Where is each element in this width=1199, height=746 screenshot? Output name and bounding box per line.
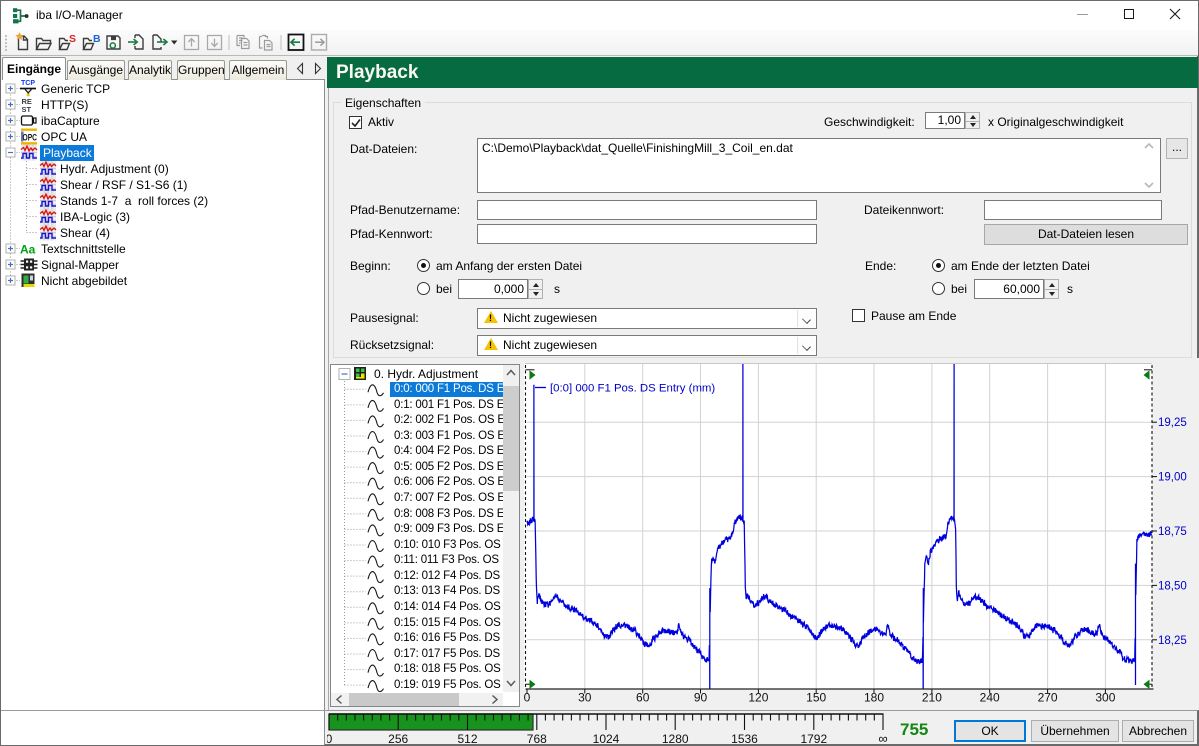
svg-text:300: 300 — [1095, 691, 1115, 705]
svg-text:150: 150 — [806, 691, 826, 705]
svg-text:ST: ST — [22, 105, 32, 114]
svg-text:0: 0 — [327, 732, 333, 745]
svg-text:1280: 1280 — [662, 732, 689, 745]
svg-text:S: S — [69, 33, 76, 45]
svg-text:512: 512 — [457, 732, 477, 745]
svg-text:1792: 1792 — [800, 732, 827, 745]
svg-text:120: 120 — [748, 691, 768, 705]
svg-text:OPC: OPC — [23, 132, 38, 143]
svg-text:270: 270 — [1038, 691, 1058, 705]
svg-text:60: 60 — [636, 691, 650, 705]
svg-text:19,25: 19,25 — [1158, 417, 1187, 429]
svg-text:B: B — [93, 33, 101, 45]
svg-text:240: 240 — [980, 691, 1000, 705]
svg-text:19,00: 19,00 — [1158, 472, 1187, 484]
svg-text:∞: ∞ — [878, 731, 887, 745]
svg-text:TCP: TCP — [21, 80, 35, 87]
svg-text:180: 180 — [864, 691, 884, 705]
svg-text:18,25: 18,25 — [1158, 635, 1187, 647]
svg-text:90: 90 — [694, 691, 708, 705]
svg-text:Aa: Aa — [20, 243, 36, 257]
svg-text:30: 30 — [578, 691, 592, 705]
svg-text:[0:0] 000 F1 Pos. DS Entry (mm: [0:0] 000 F1 Pos. DS Entry (mm) — [550, 383, 715, 395]
svg-text:256: 256 — [388, 732, 408, 745]
svg-text:0: 0 — [524, 691, 531, 705]
svg-text:210: 210 — [922, 691, 942, 705]
svg-text:1536: 1536 — [731, 732, 758, 745]
svg-text:18,50: 18,50 — [1158, 580, 1187, 592]
svg-text:18,75: 18,75 — [1158, 526, 1187, 538]
svg-text:768: 768 — [527, 732, 547, 745]
svg-text:1024: 1024 — [593, 732, 620, 745]
